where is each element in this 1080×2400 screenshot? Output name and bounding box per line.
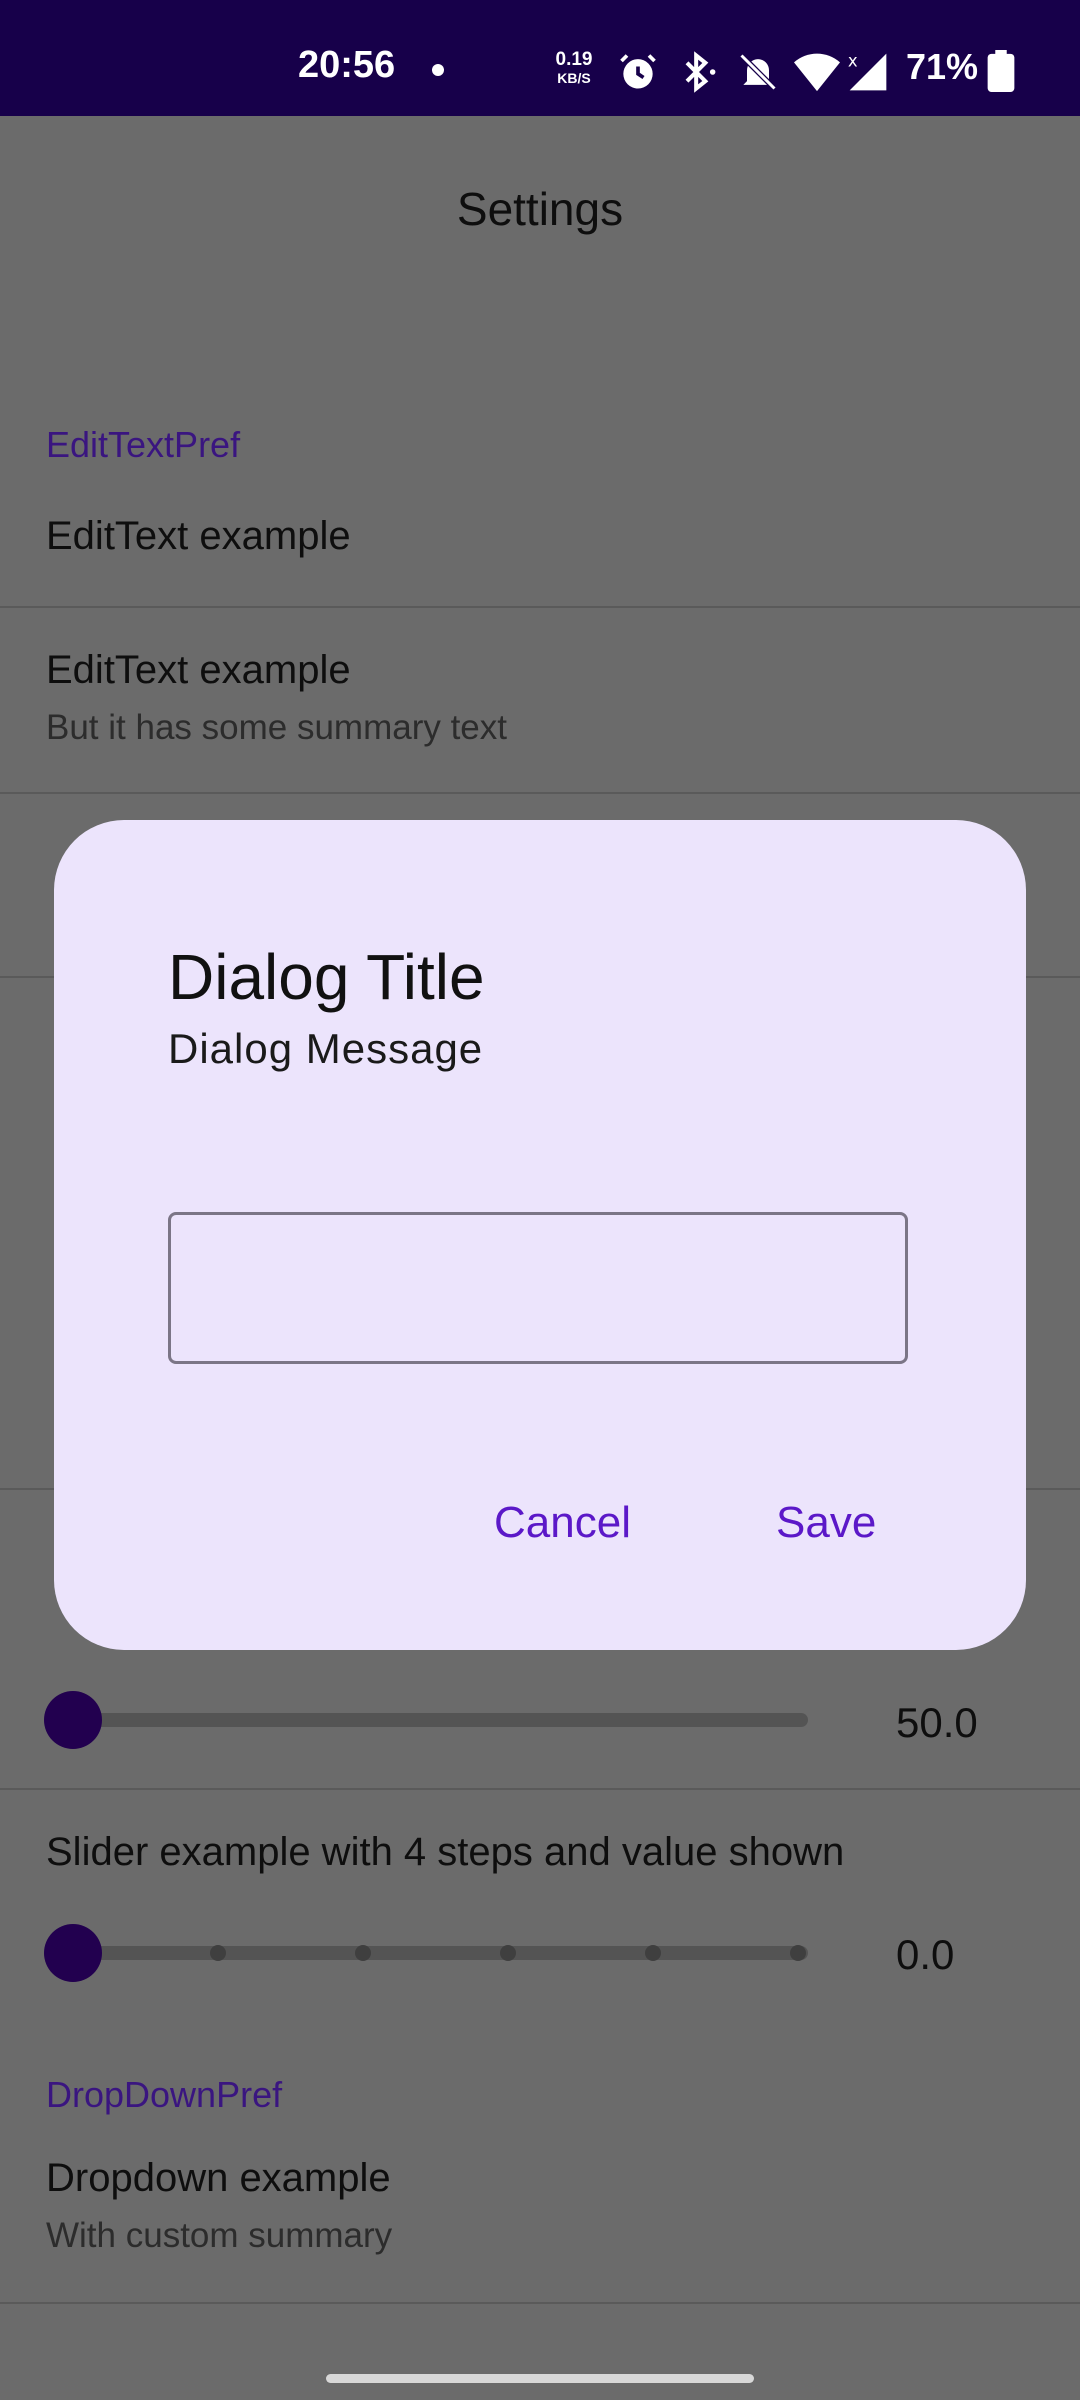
battery-percent: 71%	[906, 46, 979, 87]
page-title: Settings	[456, 183, 624, 235]
slider-2-thumb[interactable]	[44, 1924, 102, 1982]
status-bar: 20:56 0.19 KB/S x 71%	[0, 0, 1080, 116]
slider-2-tick	[790, 1945, 806, 1961]
edittext-dialog: Dialog Title Dialog Message Cancel Save	[54, 820, 1026, 1650]
divider	[0, 606, 1080, 608]
slider-2-tick	[210, 1945, 226, 1961]
dropdown-title[interactable]: Dropdown example	[46, 2156, 391, 2201]
notification-dot-icon	[432, 64, 444, 76]
category-dropdownpref: DropDownPref	[46, 2074, 283, 2115]
home-indicator[interactable]	[326, 2374, 754, 2383]
divider	[0, 1788, 1080, 1790]
cancel-button[interactable]: Cancel	[484, 1488, 641, 1558]
slider-1-value: 50.0	[896, 1699, 978, 1746]
pref-edittext-2-summary: But it has some summary text	[46, 708, 507, 747]
network-speed-unit: KB/S	[557, 70, 591, 86]
status-time: 20:56	[298, 44, 396, 86]
slider-2-track[interactable]	[72, 1946, 808, 1960]
slider-1-track[interactable]	[72, 1713, 808, 1727]
slider-2-tick	[500, 1945, 516, 1961]
category-edittextpref: EditTextPref	[46, 424, 241, 465]
divider	[0, 2302, 1080, 2304]
slider-2-value: 0.0	[896, 1931, 955, 1978]
dialog-text-input[interactable]	[168, 1212, 908, 1364]
dialog-title: Dialog Title	[168, 941, 485, 1013]
battery-icon	[987, 50, 1015, 92]
bluetooth-icon	[685, 51, 716, 93]
network-speed: 0.19 KB/S	[548, 50, 600, 88]
alarm-icon	[620, 54, 656, 89]
save-button[interactable]: Save	[766, 1488, 886, 1558]
slider-2-tick	[355, 1945, 371, 1961]
slider-2-title: Slider example with 4 steps and value sh…	[46, 1830, 845, 1874]
slider-2-tick	[645, 1945, 661, 1961]
signal-icon: x	[848, 52, 887, 91]
wifi-icon	[794, 53, 840, 92]
pref-edittext-2-title[interactable]: EditText example	[46, 648, 351, 693]
slider-1-thumb[interactable]	[44, 1691, 102, 1749]
dialog-message: Dialog Message	[168, 1025, 484, 1072]
svg-text:x: x	[848, 52, 858, 71]
dropdown-summary: With custom summary	[46, 2216, 393, 2255]
pref-edittext-1-title[interactable]: EditText example	[46, 514, 351, 559]
divider	[0, 792, 1080, 794]
mute-icon	[739, 53, 777, 91]
network-speed-value: 0.19	[555, 49, 593, 70]
